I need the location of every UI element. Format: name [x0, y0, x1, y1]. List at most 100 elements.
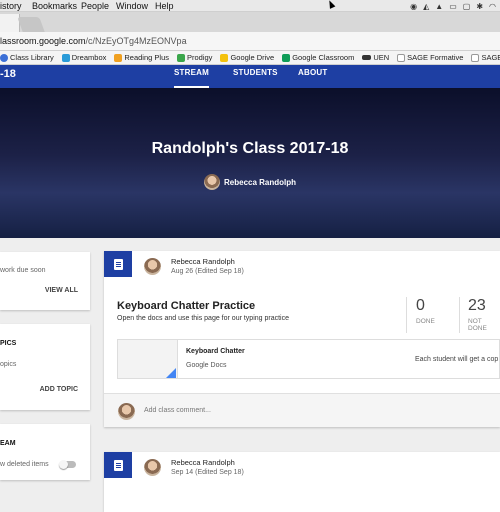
teacher-name: Rebecca Randolph [224, 177, 297, 187]
add-topic-button[interactable]: ADD TOPIC [40, 386, 78, 393]
wifi-icon[interactable]: ◠ [489, 2, 496, 11]
view-all-button[interactable]: VIEW ALL [45, 287, 78, 294]
author-avatar [144, 459, 161, 476]
done-label: DONE [416, 318, 435, 325]
bookmark-label: SAGE Formative [407, 52, 464, 62]
assignment-type-badge [104, 251, 132, 277]
reading-plus-icon [114, 53, 123, 62]
tab-stream[interactable]: STREAM [174, 68, 209, 88]
url-host: lassroom.google.com [0, 36, 86, 46]
topics-text: opics [0, 361, 17, 368]
assignment-title[interactable]: Keyboard Chatter Practice [117, 300, 255, 312]
class-library-icon [0, 53, 8, 62]
browser-tab-active[interactable] [0, 14, 20, 32]
bookmark-uen[interactable]: UEN [362, 51, 389, 64]
menu-bar: istory Bookmarks People Window Help ◉ ◭ … [0, 0, 500, 12]
bookmark-google-classroom[interactable]: Google Classroom [282, 51, 354, 64]
show-deleted-toggle[interactable] [59, 460, 76, 469]
class-comment-bar: Add class comment... [104, 393, 500, 427]
menu-help[interactable]: Help [155, 0, 174, 12]
teacher-info: Rebecca Randolph [204, 174, 296, 190]
assignment-icon [113, 459, 123, 471]
attachment-type: Google Docs [186, 362, 227, 369]
stat-divider [459, 297, 460, 333]
commenter-avatar [118, 403, 135, 420]
bookmark-label: SAGE Su [481, 52, 500, 62]
dreambox-icon [61, 53, 70, 62]
upcoming-card: work due soon VIEW ALL [0, 252, 90, 310]
address-bar[interactable]: lassroom.google.com/c/NzEyOTg4MzEONVpa [0, 32, 500, 51]
assignment-post: Rebecca Randolph Sep 14 (Edited Sep 18) [104, 452, 500, 512]
url-text[interactable]: lassroom.google.com/c/NzEyOTg4MzEONVpa [0, 36, 187, 46]
post-author: Rebecca Randolph [171, 257, 235, 266]
bookmark-class-library[interactable]: Class Library [0, 51, 54, 64]
class-navbar: -18 STREAM STUDENTS ABOUT [0, 65, 500, 88]
bluetooth-icon[interactable]: ✱ [476, 2, 483, 11]
assignment-post: Rebecca Randolph Aug 26 (Edited Sep 18) … [104, 251, 500, 427]
show-deleted-label: w deleted items [0, 461, 49, 468]
menu-bookmarks[interactable]: Bookmarks [32, 0, 77, 12]
bookmark-label: Prodigy [187, 52, 213, 62]
bookmark-label: Class Library [10, 52, 54, 62]
prodigy-icon [177, 53, 185, 62]
record-icon[interactable]: ◉ [410, 2, 417, 11]
done-stat[interactable]: 0 DONE [416, 297, 435, 325]
assignment-type-badge [104, 452, 132, 478]
menu-history[interactable]: istory [0, 0, 22, 12]
class-title: Randolph's Class 2017-18 [151, 140, 349, 157]
new-tab-button[interactable] [17, 17, 45, 32]
assignment-description: Open the docs and use this page for our … [117, 315, 289, 322]
bookmark-sage-formative[interactable]: SAGE Formative [397, 51, 463, 64]
doc-thumbnail [118, 340, 178, 378]
bookmark-label: Google Classroom [292, 52, 355, 62]
page-icon [471, 53, 480, 62]
tab-students[interactable]: STUDENTS [233, 68, 278, 77]
attachment-title: Keyboard Chatter [186, 348, 245, 355]
topics-heading: PICS [0, 340, 17, 347]
class-banner: Randolph's Class 2017-18 Rebecca Randolp… [0, 88, 500, 238]
bookmark-label: Dreambox [71, 52, 107, 62]
bookmark-google-drive[interactable]: Google Drive [220, 51, 274, 64]
not-done-label: NOT DONE [468, 318, 487, 332]
url-path: /c/NzEyOTg4MzEONVpa [85, 36, 187, 46]
google-drive-icon [220, 53, 229, 62]
not-done-count: 23 [468, 297, 486, 314]
bookmark-label: Google Drive [230, 52, 275, 62]
post-date: Sep 14 (Edited Sep 18) [171, 469, 244, 476]
attachment-sharing-note[interactable]: Each student will get a cop [415, 356, 498, 363]
attachment-card[interactable]: Keyboard Chatter Google Docs Each studen… [117, 339, 500, 379]
google-classroom-icon [282, 53, 291, 62]
bookmark-dreambox[interactable]: Dreambox [61, 51, 107, 64]
bookmark-prodigy[interactable]: Prodigy [177, 51, 212, 64]
stream-heading: EAM [0, 440, 16, 447]
not-done-stat[interactable]: 23 NOT DONE [468, 297, 500, 332]
airplay-icon[interactable]: ▭ [449, 2, 457, 11]
bookmark-label: Reading Plus [124, 52, 169, 62]
post-date: Aug 26 (Edited Sep 18) [171, 268, 244, 275]
stat-divider [406, 297, 407, 333]
notification-icon[interactable]: ▢ [463, 2, 471, 11]
author-avatar [144, 258, 161, 275]
page-icon [397, 53, 406, 62]
teacher-avatar [204, 174, 220, 190]
menu-people[interactable]: People [81, 0, 109, 12]
bookmark-label: UEN [373, 52, 390, 62]
class-name[interactable]: -18 [0, 68, 16, 80]
uen-icon [362, 55, 372, 60]
bookmarks-bar: Class Library Dreambox Reading Plus Prod… [0, 51, 500, 65]
upcoming-text: work due soon [0, 267, 46, 274]
tab-strip [0, 12, 500, 32]
upload-icon[interactable]: ▲ [435, 2, 443, 11]
stream-settings-card: EAM w deleted items [0, 424, 90, 480]
menu-window[interactable]: Window [116, 0, 148, 12]
bookmark-sage-summative[interactable]: SAGE Su [471, 51, 500, 64]
topics-card: PICS opics ADD TOPIC [0, 324, 90, 410]
comment-input[interactable]: Add class comment... [144, 407, 211, 414]
google-docs-corner-icon [166, 368, 176, 378]
bookmark-reading-plus[interactable]: Reading Plus [114, 51, 169, 64]
drive-icon[interactable]: ◭ [423, 2, 429, 11]
done-count: 0 [416, 297, 425, 314]
status-icons: ◉ ◭ ▲ ▭ ▢ ✱ ◠ [410, 0, 496, 12]
post-author: Rebecca Randolph [171, 458, 235, 467]
tab-about[interactable]: ABOUT [298, 68, 327, 77]
